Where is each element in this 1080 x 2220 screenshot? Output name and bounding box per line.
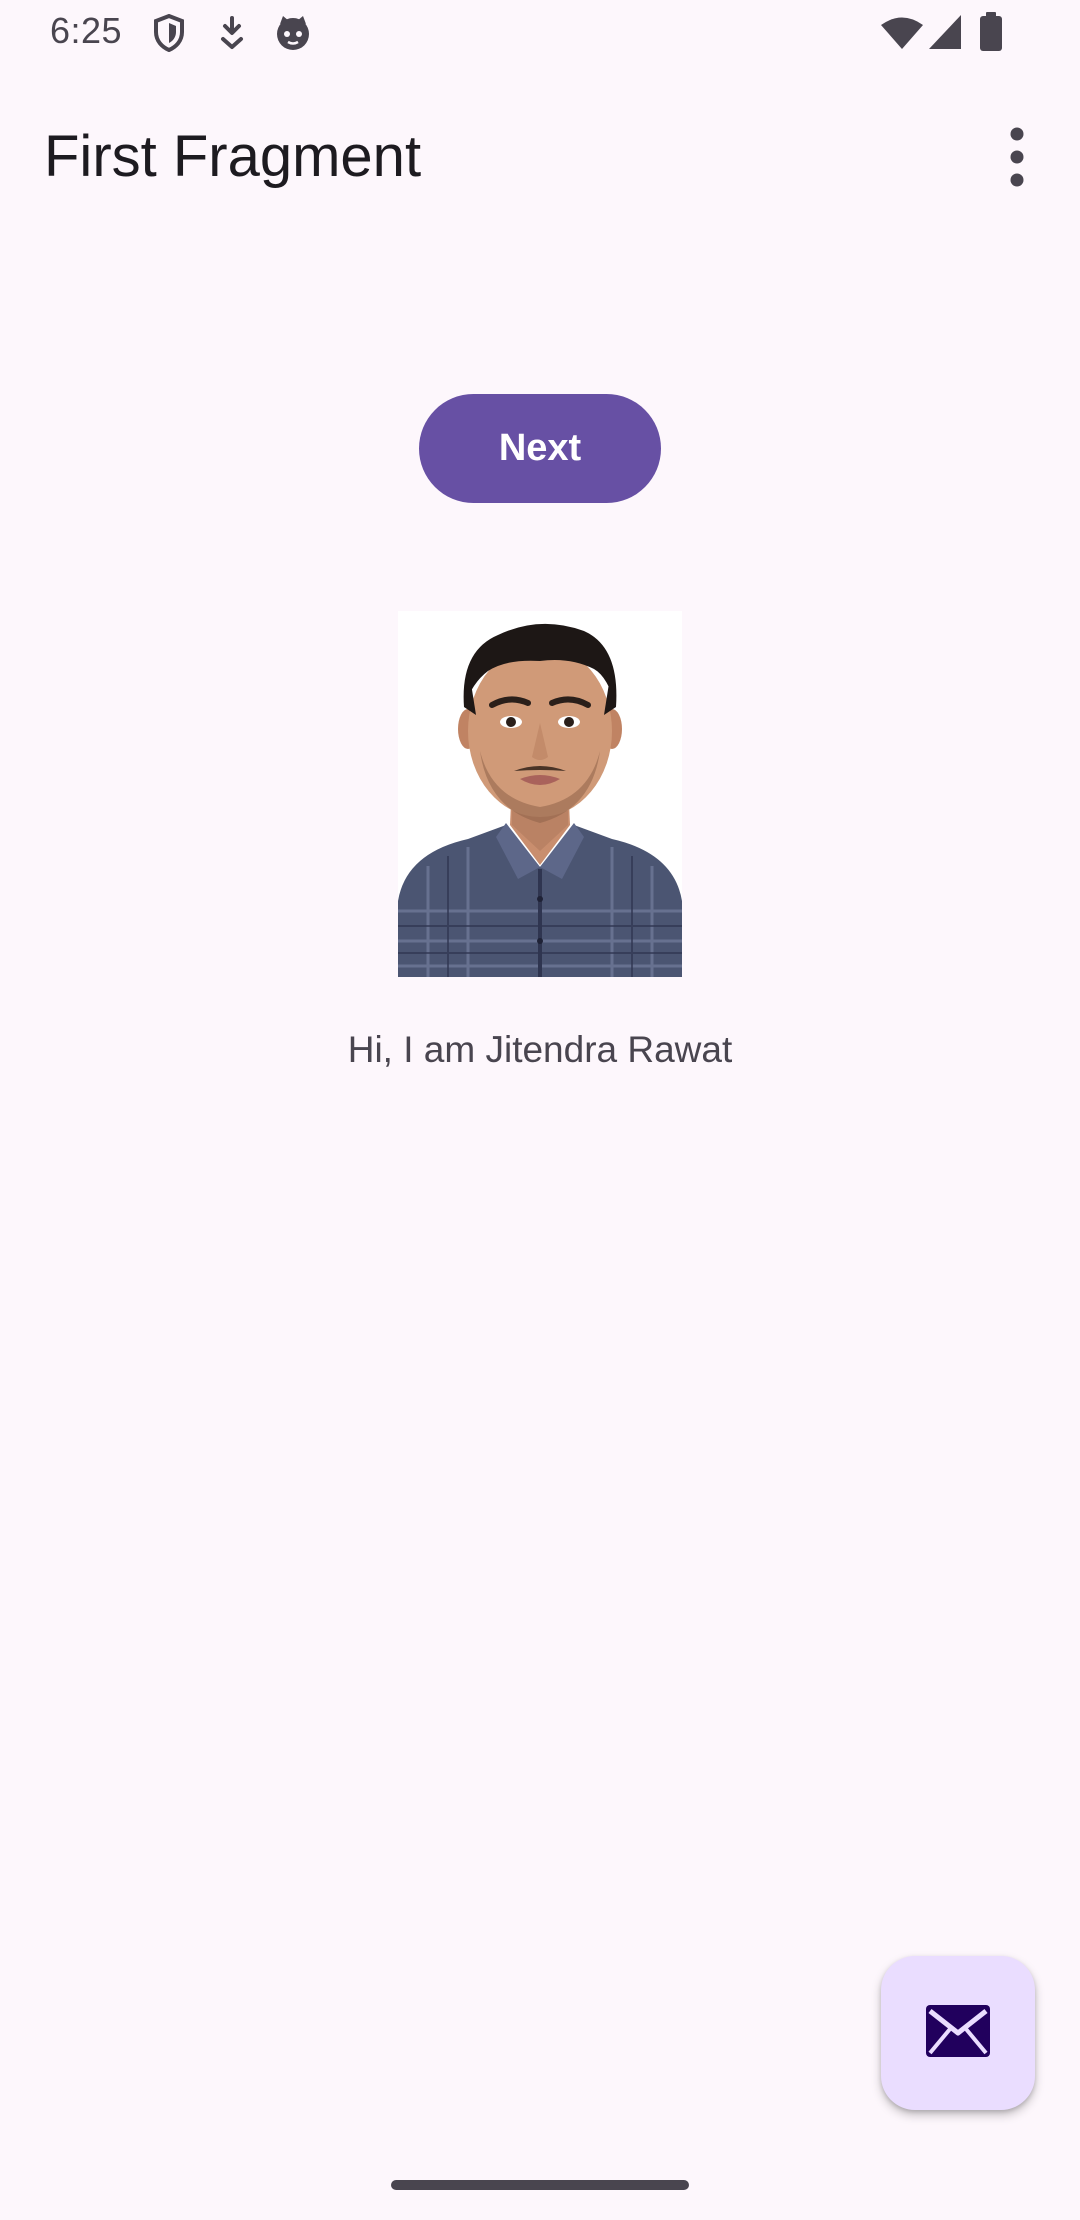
- more-options-button[interactable]: [992, 124, 1042, 190]
- battery-icon: [980, 12, 1002, 51]
- mail-icon: [926, 2005, 990, 2057]
- app-title: First Fragment: [44, 124, 422, 189]
- wifi-icon: [881, 17, 923, 49]
- cell-signal-icon: [929, 15, 961, 49]
- download-icon: [221, 16, 243, 49]
- shield-icon: [154, 14, 184, 52]
- status-bar: 6:25: [0, 0, 1080, 68]
- cat-face-icon: [277, 16, 309, 50]
- profile-photo: [398, 611, 682, 977]
- app-bar: First Fragment: [0, 80, 1080, 230]
- next-button[interactable]: Next: [419, 394, 661, 503]
- greeting-text: Hi, I am Jitendra Rawat: [347, 1029, 733, 1070]
- email-fab[interactable]: [881, 1956, 1035, 2110]
- status-time: 6:25: [50, 10, 123, 51]
- more-vert-icon: [1010, 127, 1024, 187]
- home-indicator[interactable]: [391, 2180, 689, 2190]
